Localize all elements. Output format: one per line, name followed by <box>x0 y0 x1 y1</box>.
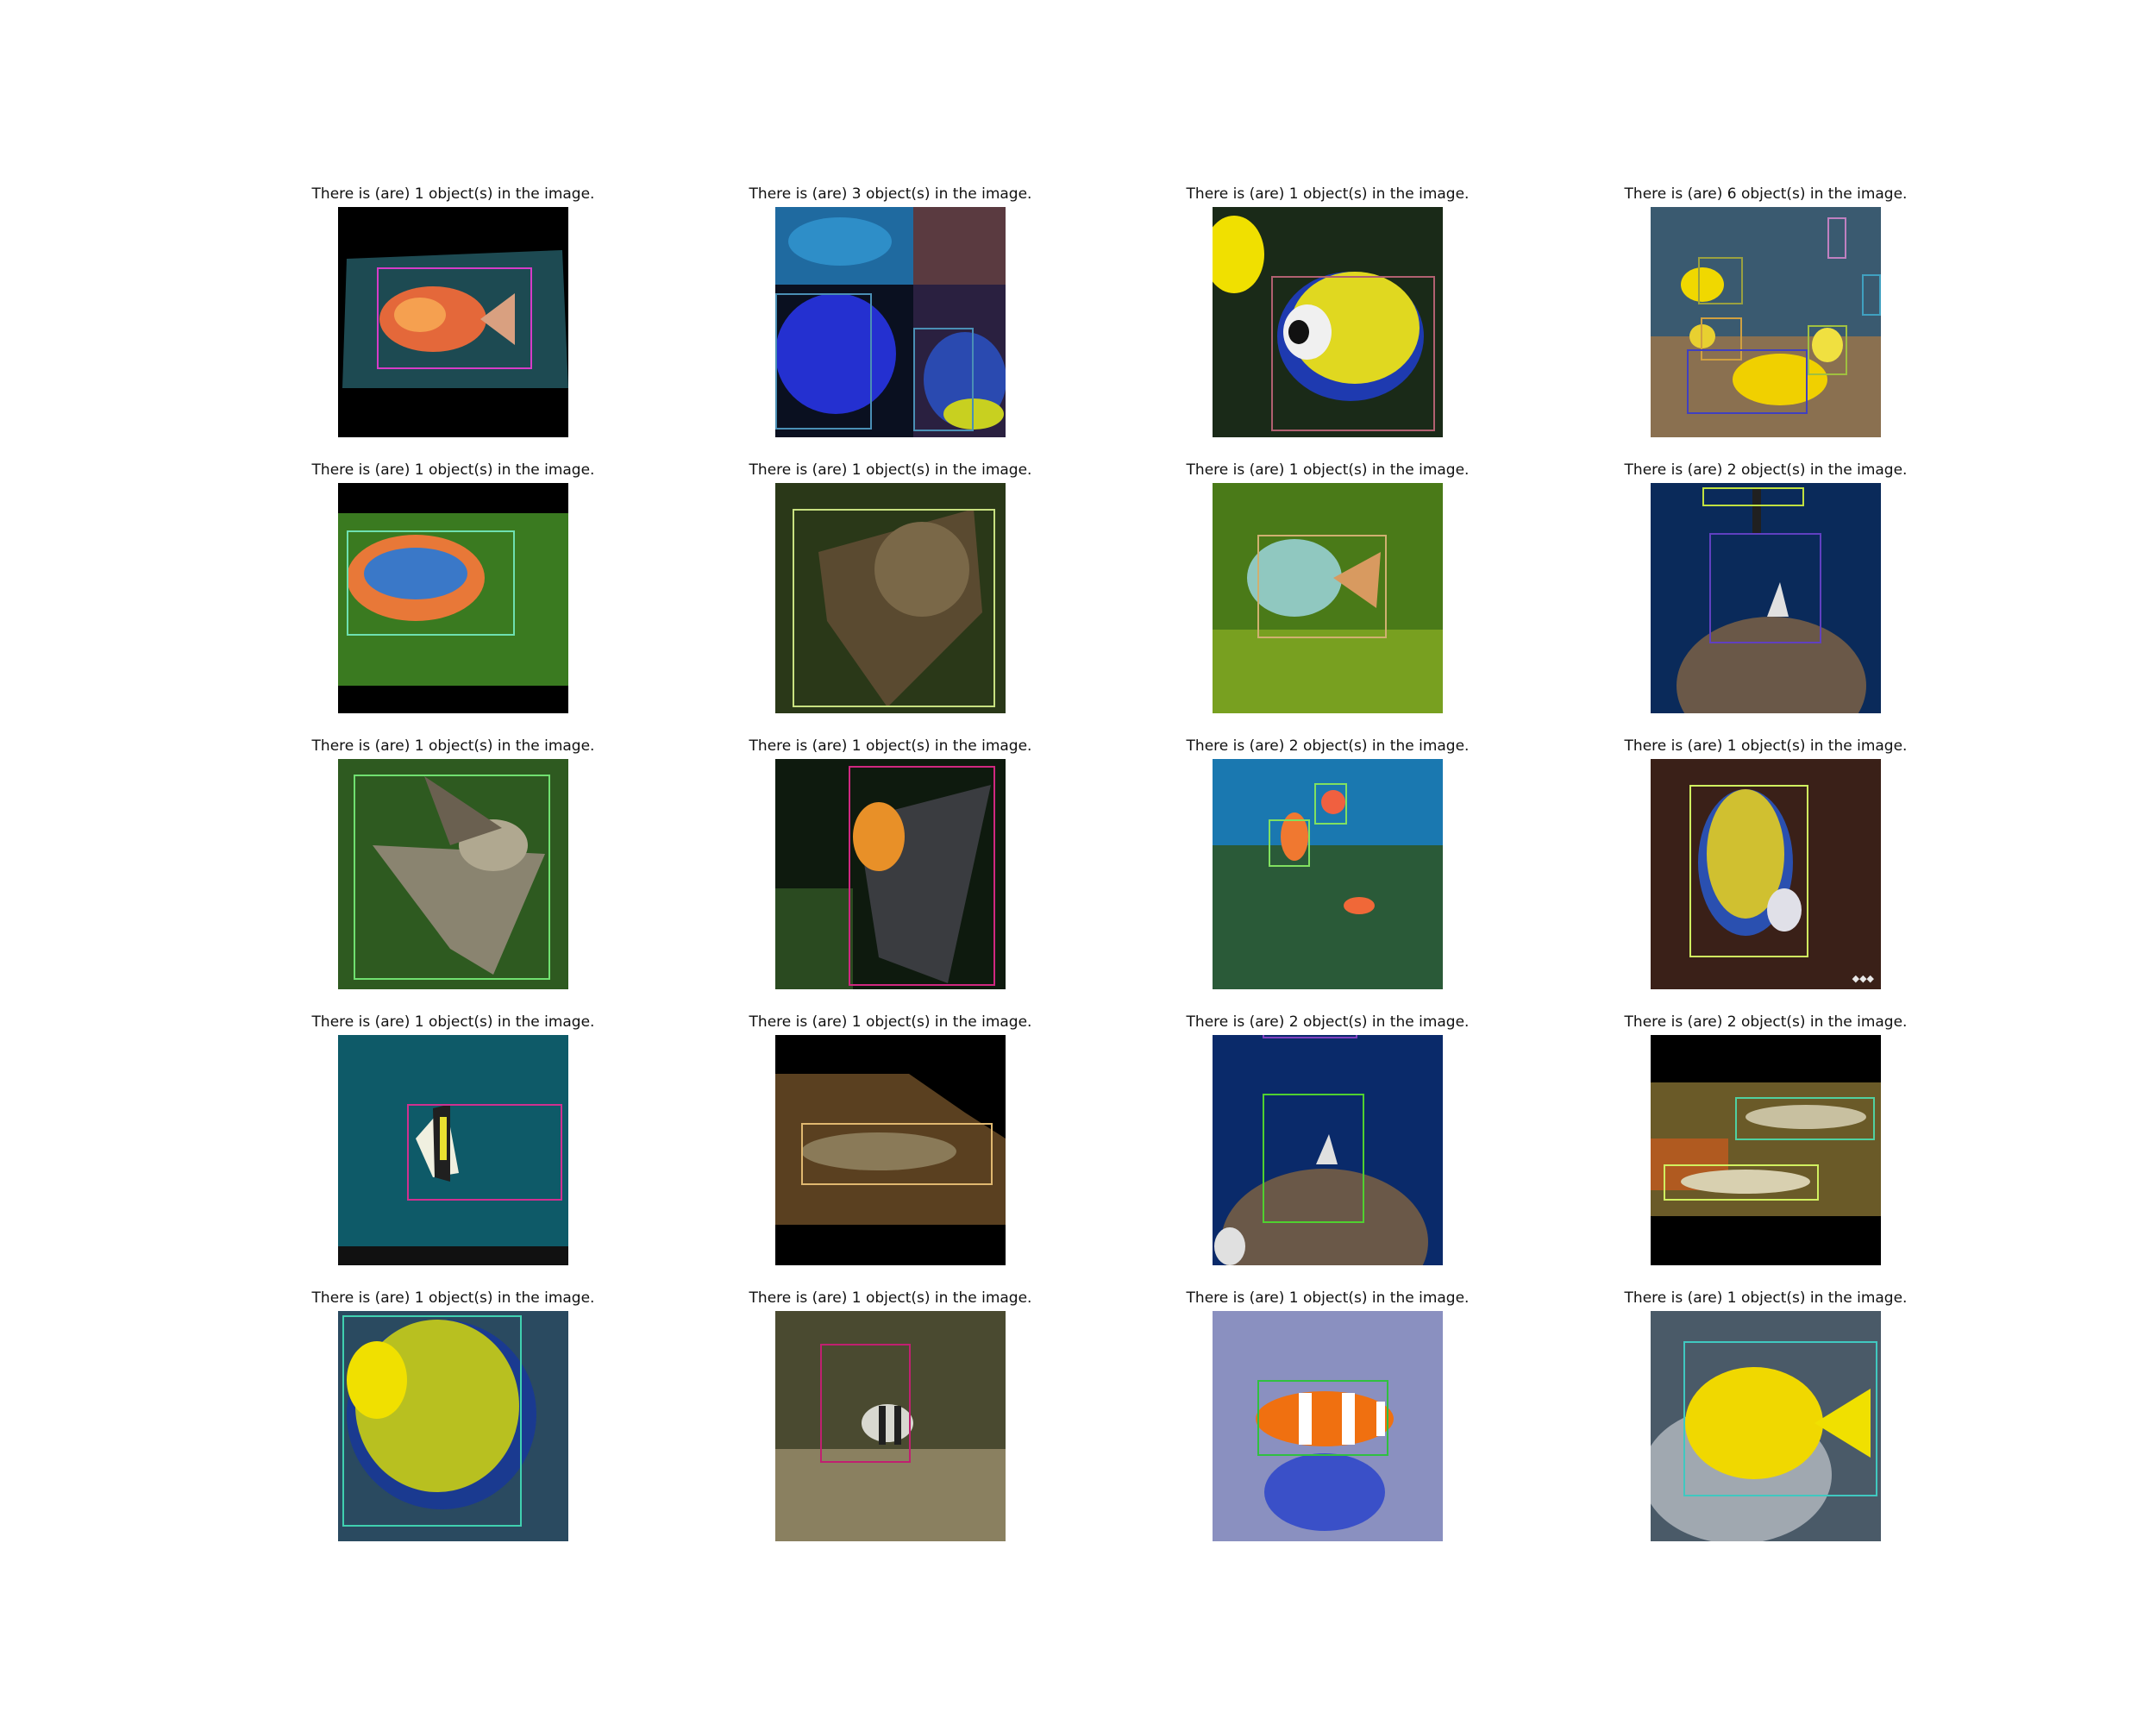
bounding-box <box>1687 349 1808 414</box>
bounding-box <box>1257 1380 1388 1456</box>
fish-photo <box>338 759 568 989</box>
fish-photo <box>1651 207 1881 437</box>
panel-caption: There is (are) 1 object(s) in the image. <box>749 1013 1032 1031</box>
panel-caption: There is (are) 1 object(s) in the image. <box>1186 185 1470 203</box>
fish-photo <box>775 483 1006 713</box>
fish-photo <box>338 207 568 437</box>
panel-caption: There is (are) 1 object(s) in the image. <box>1624 737 1908 755</box>
panel-caption: There is (are) 2 object(s) in the image. <box>1624 461 1908 479</box>
fish-photo: ◆◆◆ <box>1651 759 1881 989</box>
bounding-box <box>1683 1341 1877 1496</box>
bounding-box <box>1689 785 1808 957</box>
bounding-box <box>1827 217 1846 259</box>
bounding-box <box>1271 276 1435 431</box>
bounding-box <box>1664 1164 1819 1201</box>
panel-caption: There is (are) 1 object(s) in the image. <box>311 185 595 203</box>
bounding-box <box>377 267 532 369</box>
panel-caption: There is (are) 1 object(s) in the image. <box>1624 1289 1908 1307</box>
panel-caption: There is (are) 1 object(s) in the image. <box>1186 1289 1470 1307</box>
bounding-box <box>913 328 974 431</box>
panel-caption: There is (are) 3 object(s) in the image. <box>749 185 1032 203</box>
panel-caption: There is (are) 1 object(s) in the image. <box>749 461 1032 479</box>
bounding-box <box>342 1315 522 1527</box>
fish-photo <box>1213 483 1443 713</box>
bounding-box <box>1263 1094 1364 1223</box>
fish-photo <box>775 207 1006 437</box>
fish-photo <box>1213 207 1443 437</box>
fish-photo <box>338 483 568 713</box>
panel-caption: There is (are) 1 object(s) in the image. <box>311 737 595 755</box>
bounding-box <box>820 1344 911 1463</box>
fish-photo <box>1651 1035 1881 1265</box>
bounding-box <box>1263 1035 1357 1038</box>
fish-photo <box>1651 1311 1881 1541</box>
panel-caption: There is (are) 1 object(s) in the image. <box>749 737 1032 755</box>
bounding-box <box>849 766 995 986</box>
fish-photo <box>775 1035 1006 1265</box>
fish-photo <box>775 759 1006 989</box>
fish-photo <box>1213 759 1443 989</box>
fish-photo <box>1213 1035 1443 1265</box>
bounding-box <box>407 1104 562 1201</box>
bounding-box <box>1314 783 1347 825</box>
fish-photo <box>1213 1311 1443 1541</box>
bounding-box <box>1808 325 1847 375</box>
bounding-box <box>775 293 872 430</box>
bounding-box <box>1862 274 1881 316</box>
panel-caption: There is (are) 1 object(s) in the image. <box>311 1013 595 1031</box>
panel-caption: There is (are) 2 object(s) in the image. <box>1186 737 1470 755</box>
panel-caption: There is (are) 1 object(s) in the image. <box>311 1289 595 1307</box>
bounding-box <box>1257 535 1387 638</box>
bounding-box <box>801 1123 993 1185</box>
fish-photo <box>338 1311 568 1541</box>
panel-caption: There is (are) 1 object(s) in the image. <box>311 461 595 479</box>
panel-caption: There is (are) 2 object(s) in the image. <box>1186 1013 1470 1031</box>
bounding-box <box>1269 819 1310 867</box>
fish-photo <box>775 1311 1006 1541</box>
bounding-box <box>1698 257 1743 304</box>
bounding-box <box>1735 1097 1875 1140</box>
fish-photo <box>1651 483 1881 713</box>
panel-caption: There is (are) 6 object(s) in the image. <box>1624 185 1908 203</box>
panel-caption: There is (are) 1 object(s) in the image. <box>1186 461 1470 479</box>
watermark-logo: ◆◆◆ <box>1852 973 1874 984</box>
bounding-box <box>793 509 995 707</box>
bounding-box <box>1702 487 1804 506</box>
fish-photo <box>338 1035 568 1265</box>
panel-caption: There is (are) 1 object(s) in the image. <box>749 1289 1032 1307</box>
panel-caption: There is (are) 2 object(s) in the image. <box>1624 1013 1908 1031</box>
bounding-box <box>347 530 515 636</box>
bounding-box <box>354 775 550 980</box>
bounding-box <box>1709 533 1821 643</box>
